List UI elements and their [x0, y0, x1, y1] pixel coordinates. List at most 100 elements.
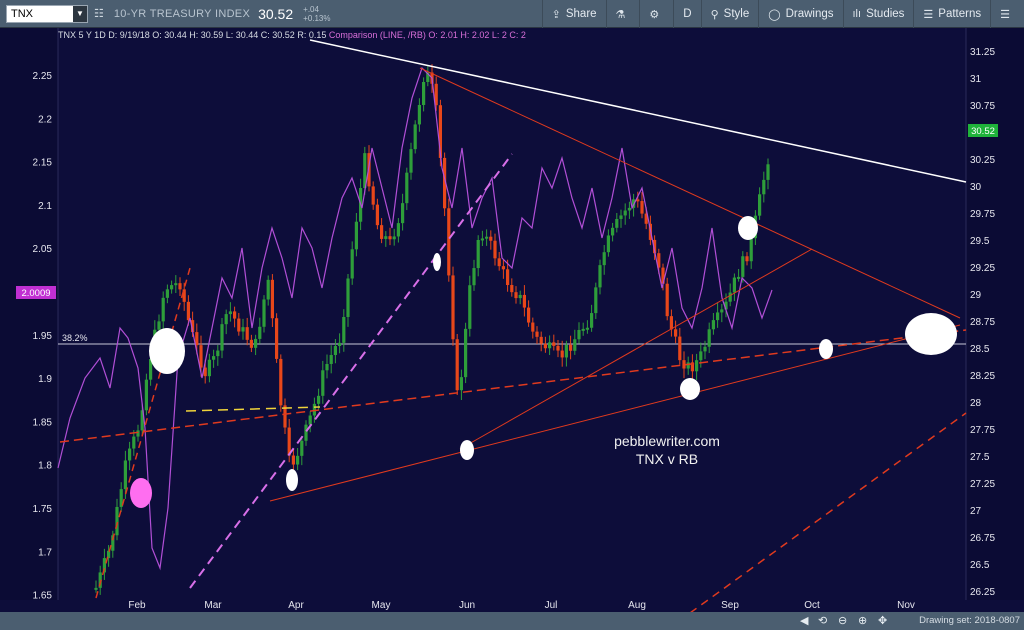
left-axis-tick: 1.95 [33, 331, 53, 342]
candle-body [115, 506, 119, 536]
pan-icon[interactable]: ✥ [878, 614, 887, 627]
style-button[interactable]: ⚲ Style [700, 0, 759, 28]
candle-body [447, 208, 451, 276]
candle-body [732, 277, 736, 293]
white-ellipse-marker[interactable] [286, 469, 298, 491]
candle-body [254, 338, 258, 348]
reset-icon[interactable]: ⟲ [818, 614, 827, 627]
candle-body [560, 350, 564, 358]
candle-body [531, 322, 535, 332]
candle-body [333, 346, 337, 356]
magenta-ellipse-marker[interactable] [130, 478, 152, 508]
candle-body [199, 345, 203, 368]
candle-body [178, 283, 182, 290]
right-axis-tick: 28.5 [970, 344, 990, 355]
candle-body [598, 265, 602, 288]
right-axis-tick: 28 [970, 398, 982, 409]
candle-body [627, 207, 631, 211]
candle-body [451, 275, 455, 340]
white-ellipse-marker[interactable] [819, 339, 833, 359]
candle-body [762, 179, 766, 195]
candle-body [476, 239, 480, 269]
chart-area[interactable]: 2.252.22.152.12.0521.951.91.851.81.751.7… [0, 28, 1024, 614]
flask-button[interactable]: ⚗ [605, 0, 640, 28]
candle-body [766, 164, 770, 180]
right-axis-tick: 29.25 [970, 263, 995, 274]
studies-label: Studies [866, 8, 905, 20]
studies-icon: ılı [852, 8, 862, 20]
candle-body [569, 344, 573, 351]
candle-body [380, 225, 384, 239]
candle-body [510, 285, 514, 293]
symbol-value: TNX [11, 7, 33, 20]
grid-menu-icon[interactable]: ☷ [94, 7, 104, 20]
candle-body [266, 279, 270, 300]
right-axis-tick: 26.25 [970, 587, 995, 598]
right-axis-tick: 30 [970, 182, 982, 193]
studies-button[interactable]: ılı Studies [842, 0, 914, 28]
candle-body [703, 346, 707, 352]
candle-body [342, 316, 346, 343]
symbol-dropdown-icon[interactable]: ▼ [73, 5, 87, 22]
interval-label: D [683, 8, 692, 20]
candle-body [737, 276, 741, 279]
candle-body [195, 332, 199, 346]
candle-body [552, 342, 556, 346]
white-ellipse-marker[interactable] [680, 378, 700, 400]
symbol-input[interactable]: TNX ▼ [6, 4, 88, 23]
zoom-in-icon[interactable]: ⊕ [858, 614, 867, 627]
white-ellipse-marker[interactable] [433, 253, 441, 271]
toolbar-actions: ⇪ Share ⚗ ⚙ D ⚲ Style ◯ Drawings ılı Stu… [541, 0, 1024, 28]
candle-body [228, 311, 232, 315]
settings-button[interactable]: ⚙ [639, 0, 673, 28]
candle-body [745, 256, 749, 262]
left-axis-tick: 2.05 [33, 244, 53, 255]
candle-body [144, 379, 148, 411]
candle-body [459, 377, 463, 391]
candle-body [623, 210, 627, 216]
candle-body [308, 415, 312, 425]
comparison-ohlc: Comparison (LINE, /RB) O: 2.01 H: 2.02 L… [328, 30, 526, 40]
interval-button[interactable]: D [673, 0, 700, 28]
candle-body [409, 149, 413, 173]
price-chart[interactable]: 2.252.22.152.12.0521.951.91.851.81.751.7… [0, 28, 1024, 614]
share-label: Share [565, 8, 597, 20]
candle-body [220, 324, 224, 351]
drawings-button[interactable]: ◯ Drawings [758, 0, 842, 28]
candle-body [170, 285, 174, 290]
white-ellipse-marker[interactable] [738, 216, 758, 240]
candle-body [514, 292, 518, 299]
patterns-button[interactable]: ☰ Patterns [913, 0, 990, 28]
candle-body [678, 336, 682, 361]
white-ellipse-marker[interactable] [905, 313, 957, 355]
candle-body [480, 238, 484, 241]
candle-body [720, 309, 724, 313]
candle-body [174, 283, 178, 286]
right-axis-tick: 26.5 [970, 560, 990, 571]
left-axis-tick: 2.25 [33, 71, 53, 82]
candle-body [556, 345, 560, 351]
candle-body [392, 236, 396, 240]
candle-body [548, 342, 552, 349]
candle-body [501, 266, 505, 270]
share-button[interactable]: ⇪ Share [541, 0, 606, 28]
gear-icon: ⚙ [649, 8, 660, 21]
zoom-out-icon[interactable]: ⊖ [838, 614, 847, 627]
scroll-left-icon[interactable]: ◀ [800, 614, 808, 627]
candle-body [94, 587, 98, 590]
candle-body [338, 342, 342, 347]
left-axis-tick: 2.1 [38, 201, 52, 212]
white-ellipse-marker[interactable] [149, 328, 185, 374]
white-ellipse-marker[interactable] [460, 440, 474, 460]
candle-body [123, 460, 127, 490]
candle-body [489, 236, 493, 241]
candle-body [518, 294, 522, 299]
candle-body [497, 258, 501, 267]
candle-body [758, 194, 762, 216]
candle-body [417, 104, 421, 125]
candle-body [161, 297, 165, 322]
right-axis-tick: 31.25 [970, 47, 995, 58]
toolbar-menu-button[interactable]: ☰ [990, 0, 1024, 28]
last-price: 30.52 [258, 5, 294, 22]
candle-body [577, 330, 581, 340]
